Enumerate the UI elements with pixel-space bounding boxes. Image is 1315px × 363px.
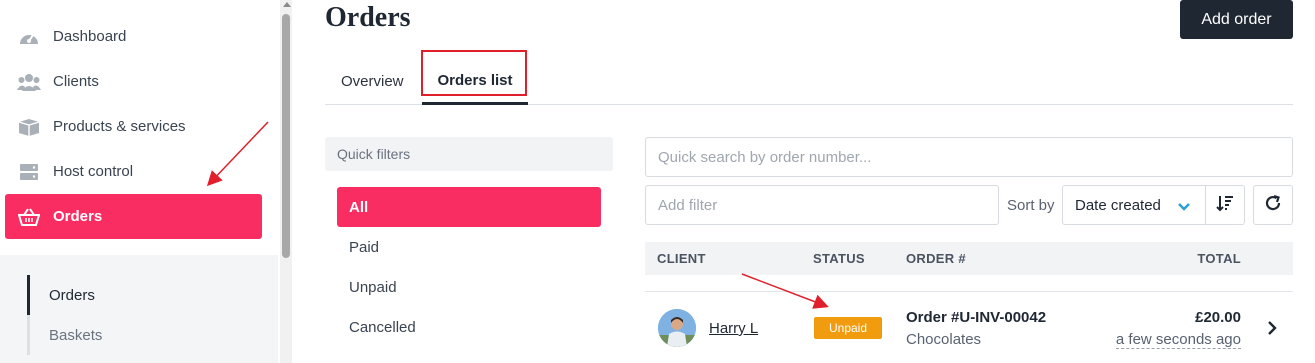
sidebar-item-orders[interactable]: Orders: [5, 194, 262, 239]
order-search-input[interactable]: [645, 137, 1293, 177]
annotation-highlight-box: [421, 50, 527, 96]
subnav-item-orders[interactable]: Orders: [27, 275, 267, 315]
quick-filters-title: Quick filters: [325, 137, 613, 171]
chevron-down-icon: [1177, 199, 1191, 216]
sort-select[interactable]: Date created: [1062, 185, 1206, 225]
scroll-up-icon[interactable]: [283, 2, 291, 7]
sidebar-item-host-control[interactable]: Host control: [5, 149, 262, 194]
sidebar-item-clients[interactable]: Clients: [5, 59, 262, 104]
table-header: CLIENT STATUS ORDER # TOTAL: [645, 242, 1293, 275]
table-divider: [645, 291, 1293, 292]
chevron-right-icon[interactable]: [1266, 320, 1278, 341]
quick-filter-unpaid[interactable]: Unpaid: [337, 267, 601, 307]
refresh-icon: [1264, 194, 1282, 217]
users-icon: [17, 72, 41, 92]
order-timestamp: a few seconds ago: [1115, 331, 1241, 349]
sort-direction-button[interactable]: [1205, 185, 1245, 225]
client-link[interactable]: Harry L: [709, 320, 758, 337]
sort-descending-icon: [1215, 194, 1234, 217]
order-number[interactable]: Order #U-INV-00042: [906, 309, 1046, 326]
box-icon: [17, 117, 41, 137]
refresh-button[interactable]: [1253, 185, 1293, 225]
sidebar-item-label: Products & services: [53, 118, 186, 135]
order-description: Chocolates: [906, 331, 982, 348]
sidebar-item-label: Clients: [53, 73, 99, 90]
sidebar-item-dashboard[interactable]: Dashboard: [5, 14, 262, 59]
sort-by-label: Sort by: [1007, 196, 1055, 214]
tab-overview[interactable]: Overview: [341, 58, 404, 104]
avatar: [658, 309, 696, 347]
page-title: Orders: [325, 2, 411, 33]
quick-filter-cancelled[interactable]: Cancelled: [337, 307, 601, 347]
dashboard-icon: [17, 27, 41, 47]
sidebar-item-label: Dashboard: [53, 28, 127, 45]
column-header-order-number[interactable]: ORDER #: [906, 242, 966, 275]
order-total: £20.00: [1195, 309, 1241, 326]
basket-icon: [17, 207, 41, 227]
subnav-item-baskets[interactable]: Baskets: [27, 315, 267, 355]
status-badge: Unpaid: [814, 317, 882, 339]
sidebar-item-label: Orders: [53, 208, 103, 225]
scrollbar-thumb[interactable]: [282, 14, 290, 258]
sidebar: Dashboard Clients Products & services Ho…: [0, 0, 278, 363]
quick-filter-paid[interactable]: Paid: [337, 227, 601, 267]
column-header-status[interactable]: STATUS: [813, 242, 865, 275]
quick-filter-all[interactable]: All: [337, 187, 601, 227]
column-header-total[interactable]: TOTAL: [1197, 242, 1241, 275]
sort-select-value: Date created: [1075, 196, 1161, 214]
add-order-button[interactable]: Add order: [1180, 0, 1293, 39]
annotation-arrow-status: [741, 273, 829, 309]
add-filter-input[interactable]: [645, 185, 999, 225]
column-header-client[interactable]: CLIENT: [657, 242, 706, 275]
sidebar-item-products-services[interactable]: Products & services: [5, 104, 262, 149]
server-icon: [17, 162, 41, 182]
orders-subnav: Orders Baskets: [0, 255, 278, 363]
sidebar-item-label: Host control: [53, 163, 134, 180]
